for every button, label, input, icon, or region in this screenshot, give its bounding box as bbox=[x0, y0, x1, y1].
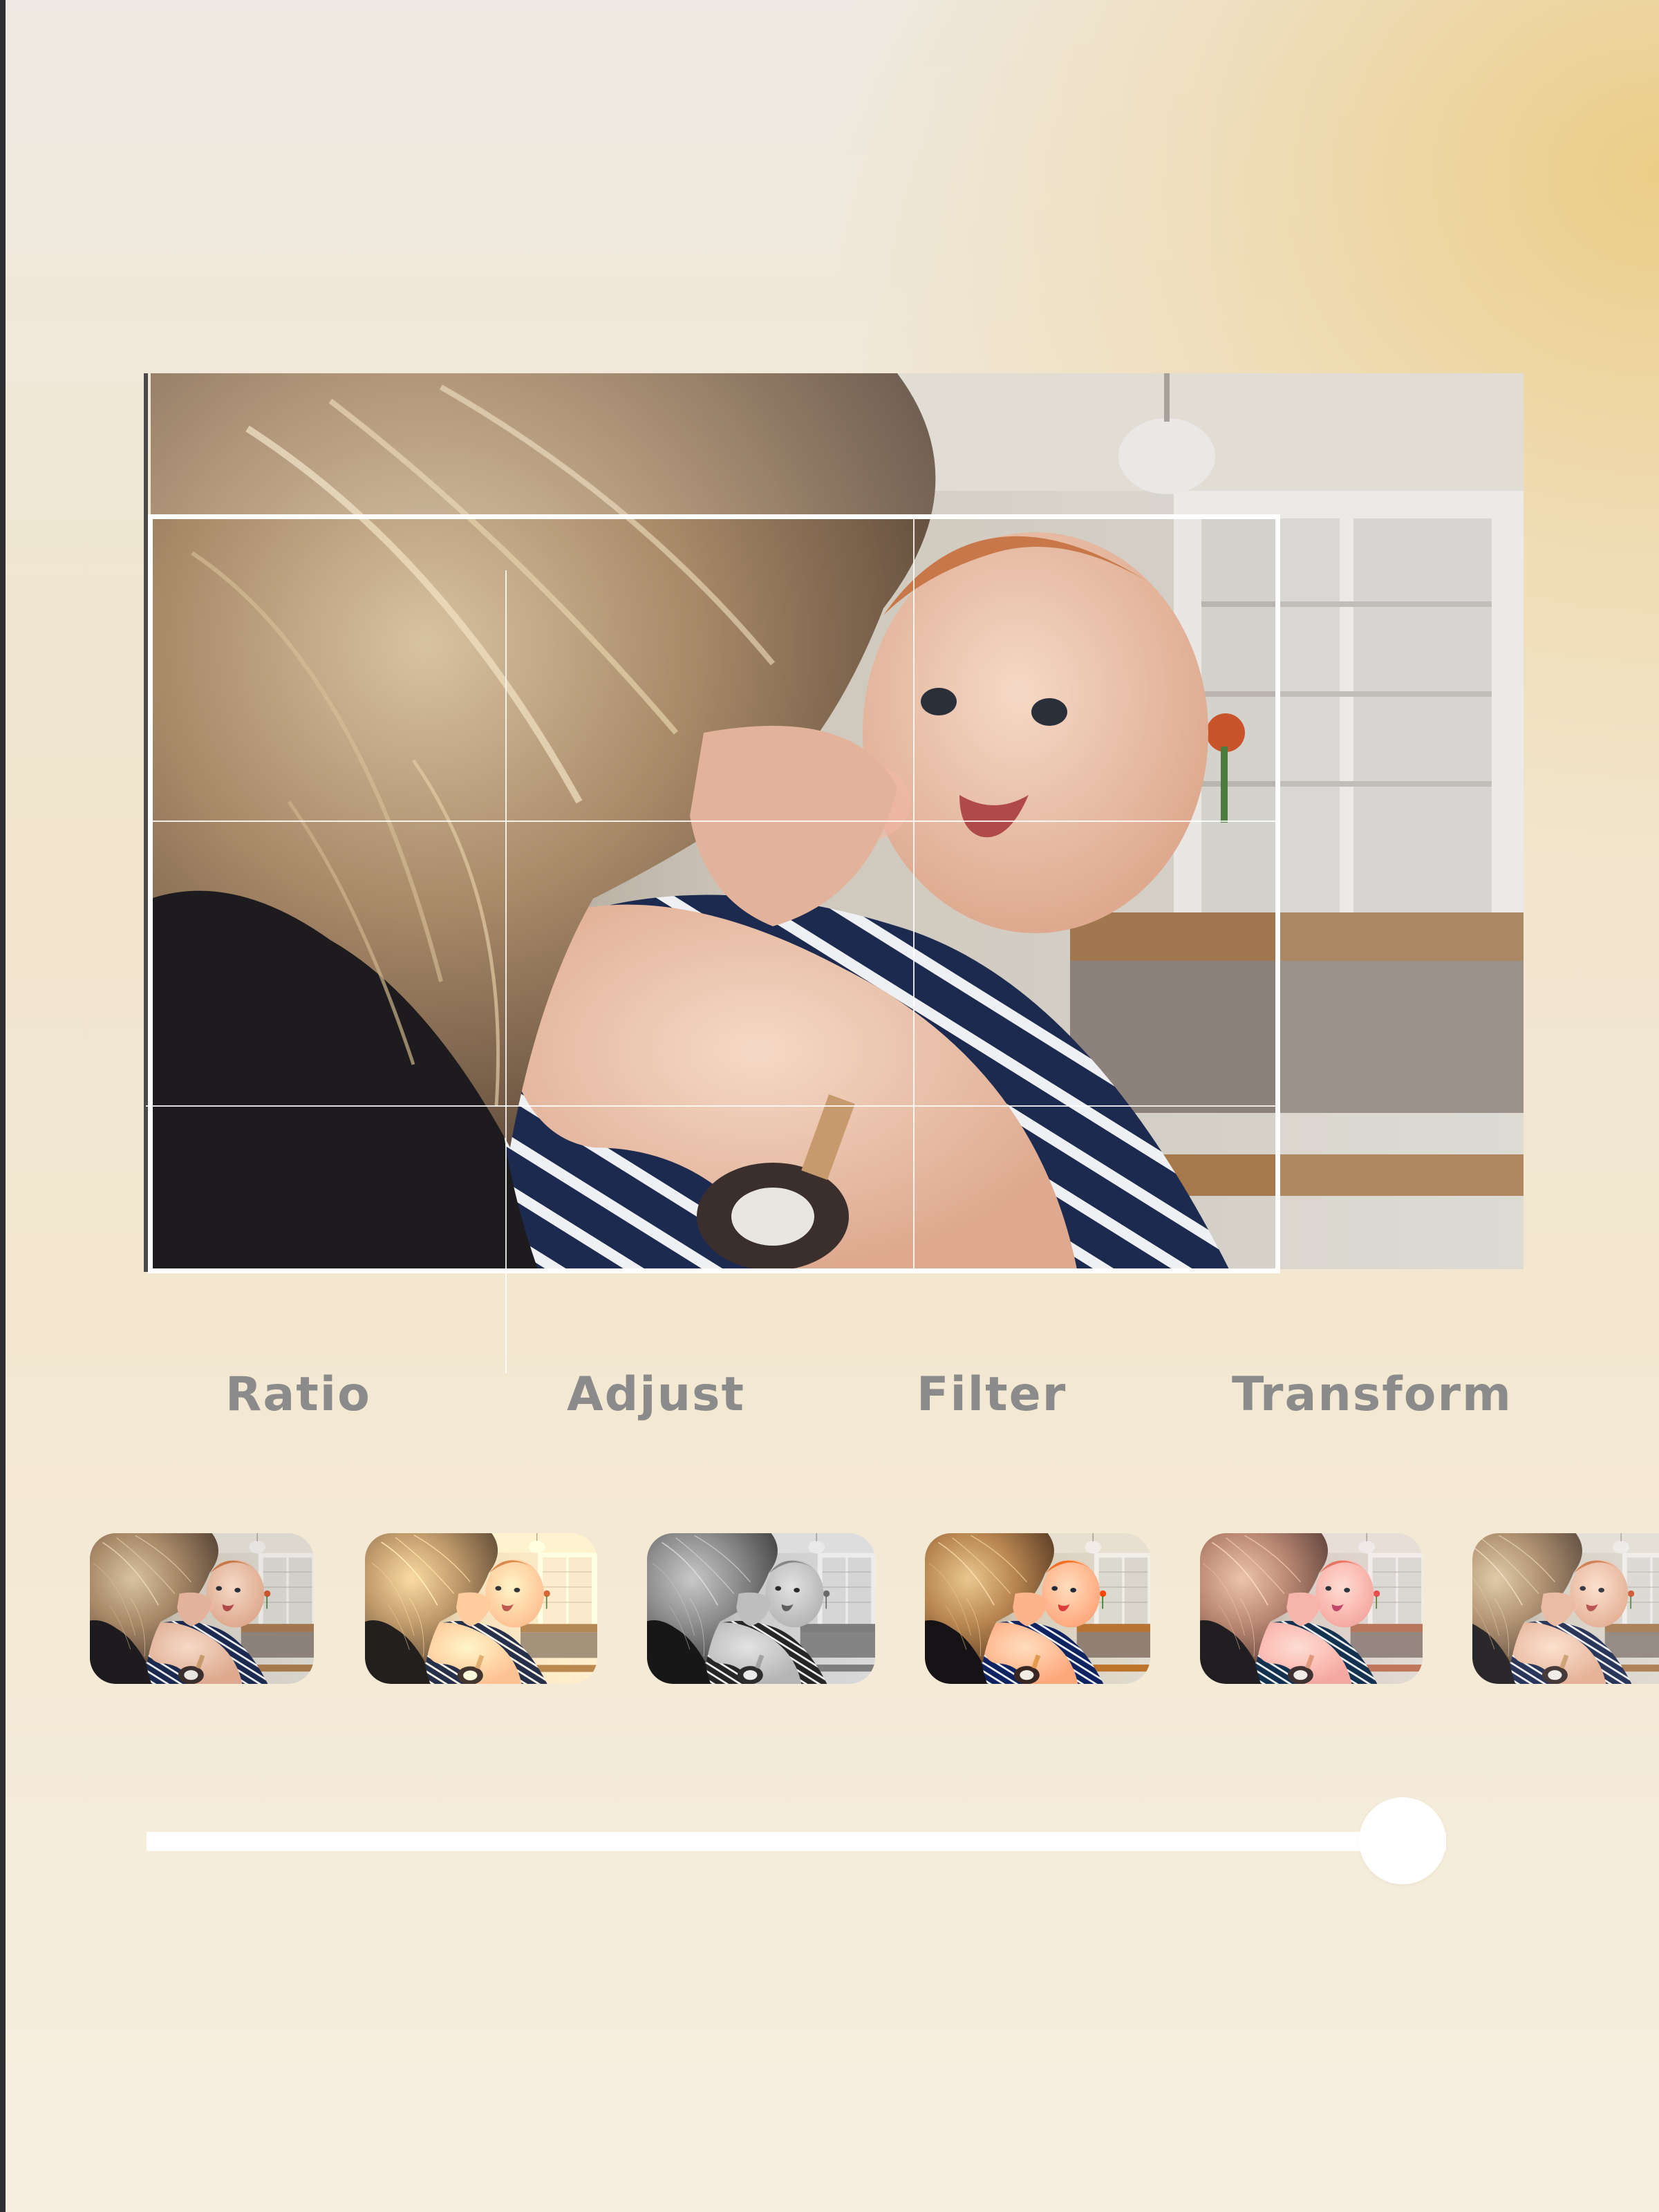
crop-grid-vertical-2 bbox=[913, 519, 915, 1268]
intensity-slider-track[interactable] bbox=[147, 1832, 1446, 1851]
filter-thumbnail-warm[interactable] bbox=[365, 1533, 597, 1684]
tab-adjust[interactable]: Adjust bbox=[567, 1367, 745, 1434]
crop-grid-horizontal-2 bbox=[146, 1105, 1275, 1107]
filter-preview-image bbox=[90, 1533, 314, 1684]
filter-thumbnail-fade[interactable] bbox=[1472, 1533, 1659, 1684]
tab-filter[interactable]: Filter bbox=[917, 1367, 1067, 1434]
filter-preview-image bbox=[1200, 1533, 1423, 1684]
tab-ratio[interactable]: Ratio bbox=[225, 1367, 371, 1434]
filter-thumbnail-cool[interactable] bbox=[1200, 1533, 1423, 1684]
crop-handle-bottom-right[interactable] bbox=[1268, 1262, 1282, 1275]
filter-thumbnail-vivid[interactable] bbox=[925, 1533, 1150, 1684]
filter-thumbnail-mono[interactable] bbox=[647, 1533, 875, 1684]
intensity-slider-thumb[interactable] bbox=[1359, 1797, 1446, 1884]
crop-grid-horizontal-1 bbox=[153, 821, 1275, 822]
crop-frame[interactable] bbox=[146, 512, 1282, 1374]
filter-preview-image bbox=[647, 1533, 875, 1684]
filter-thumbnail-original[interactable] bbox=[90, 1533, 314, 1684]
crop-grid-vertical-1 bbox=[505, 570, 507, 1374]
filter-preview-image bbox=[925, 1533, 1150, 1684]
filter-preview-image bbox=[1472, 1533, 1659, 1684]
filter-preview-image bbox=[365, 1533, 597, 1684]
tab-transform[interactable]: Transform bbox=[1232, 1367, 1512, 1434]
crop-handle-top-left[interactable] bbox=[146, 512, 160, 526]
left-window-edge bbox=[0, 0, 6, 2212]
